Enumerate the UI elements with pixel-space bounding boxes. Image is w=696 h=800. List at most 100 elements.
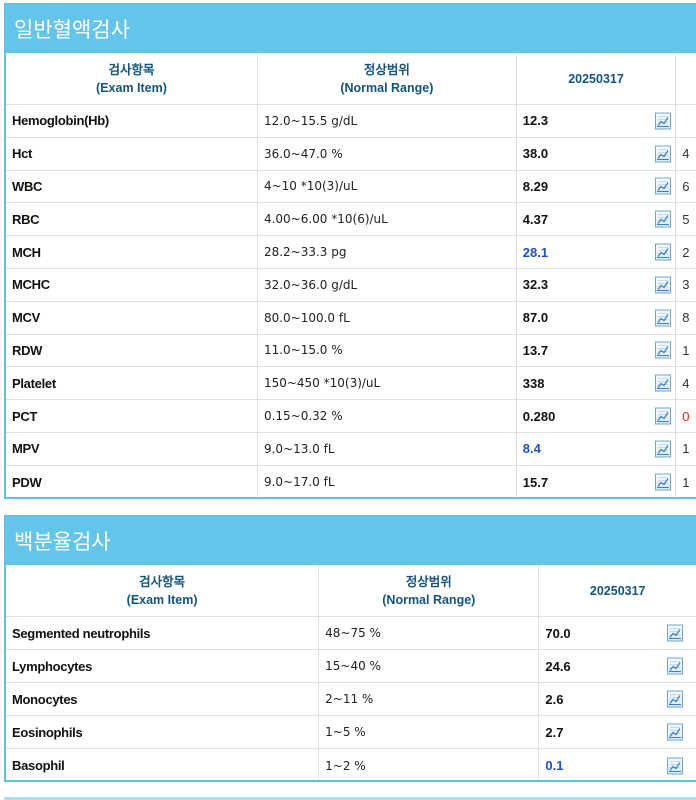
line-chart-icon[interactable] <box>667 723 684 741</box>
normal-range: 1~5 % <box>319 716 540 748</box>
line-chart-icon[interactable] <box>667 657 684 675</box>
normal-range: 9.0~17.0 fL <box>258 465 517 497</box>
column-header-date: 20250317 <box>517 53 677 104</box>
table-row: Monocytes 2~11 % 2.6 <box>6 683 696 716</box>
table-row: MCHC 32.0~36.0 g/dL 32.3 3 <box>6 268 696 302</box>
line-chart-icon[interactable] <box>654 407 671 425</box>
table-row: Basophil 1~2 % 0.1 <box>6 749 696 780</box>
result-value: 8.29 <box>522 178 549 194</box>
column-header-date-text: 20250317 <box>589 583 646 598</box>
result-value: 32.3 <box>522 277 549 293</box>
normal-range: 15~40 % <box>319 650 540 682</box>
column-header-range-ko: 정상범위 <box>405 574 452 589</box>
exam-item-name: RBC <box>6 203 258 236</box>
next-date-value: 8 <box>682 310 690 326</box>
column-header-item: 검사항목 (Exam Item) <box>6 565 320 616</box>
table-header-row: 검사항목 (Exam Item) 정상범위 (Normal Range) 202… <box>6 53 696 105</box>
line-chart-icon[interactable] <box>667 624 684 642</box>
table-row: Platelet 150~450 *10(3)/uL 338 4 <box>6 367 696 401</box>
line-chart-icon[interactable] <box>654 145 671 163</box>
line-chart-icon[interactable] <box>654 276 671 294</box>
result-cell: 15.7 <box>517 465 677 497</box>
table-header-row: 검사항목 (Exam Item) 정상범위 (Normal Range) 202… <box>6 565 696 617</box>
normal-range: 48~75 % <box>319 617 540 649</box>
table-row: Hemoglobin(Hb) 12.0~15.5 g/dL 12.3 <box>6 105 696 138</box>
next-date-value: 4 <box>682 375 690 391</box>
table-row: WBC 4~10 *10(3)/uL 8.29 6 <box>6 170 696 204</box>
column-header-item-en: (Exam Item) <box>96 80 167 95</box>
table-row: Segmented neutrophils 48~75 % 70.0 <box>6 617 696 650</box>
line-chart-icon[interactable] <box>654 210 671 228</box>
result-cell: 70.0 <box>539 617 696 649</box>
exam-item-name: MPV <box>6 432 258 465</box>
normal-range: 4.00~6.00 *10(6)/uL <box>258 203 517 236</box>
result-cell: 2.6 <box>539 683 696 715</box>
normal-range: 150~450 *10(3)/uL <box>258 367 517 400</box>
panel-title: 일반혈액검사 <box>6 5 696 53</box>
line-chart-icon[interactable] <box>667 757 684 774</box>
table-row: Lymphocytes 15~40 % 24.6 <box>6 650 696 683</box>
line-chart-icon[interactable] <box>654 374 671 392</box>
exam-item-name: MCV <box>6 301 258 334</box>
result-value: 13.7 <box>522 342 549 358</box>
result-cell: 38.0 <box>517 137 677 170</box>
next-date-value: 0 <box>682 408 690 424</box>
result-value: 28.1 <box>522 244 549 260</box>
column-header-range-en: (Normal Range) <box>340 80 434 95</box>
normal-range: 36.0~47.0 % <box>258 137 517 170</box>
next-date-value: 3 <box>682 277 690 293</box>
exam-item-name: Segmented neutrophils <box>6 617 320 649</box>
normal-range: 1~2 % <box>319 749 540 780</box>
normal-range: 11.0~15.0 % <box>258 334 517 367</box>
next-date-value: 1 <box>682 342 690 358</box>
line-chart-icon[interactable] <box>667 690 684 708</box>
line-chart-icon[interactable] <box>654 473 671 491</box>
exam-item-name: WBC <box>6 170 258 203</box>
result-cell: 87.0 <box>517 301 677 334</box>
normal-range: 28.2~33.3 pg <box>258 236 517 268</box>
result-cell: 24.6 <box>539 650 696 682</box>
next-date-value: 2 <box>682 244 690 260</box>
result-cell: 0.1 <box>539 749 696 780</box>
result-cell: 28.1 <box>517 236 677 268</box>
line-chart-icon[interactable] <box>654 440 671 458</box>
column-header-item-ko: 검사항목 <box>139 574 186 589</box>
exam-item-name: Basophil <box>6 749 320 780</box>
line-chart-icon[interactable] <box>654 341 671 359</box>
column-header-range-ko: 정상범위 <box>363 62 410 77</box>
column-header-item-en: (Exam Item) <box>126 592 198 607</box>
line-chart-icon[interactable] <box>654 309 671 327</box>
result-value: 70.0 <box>545 625 571 641</box>
column-header-range: 정상범위 (Normal Range) <box>319 565 540 616</box>
column-header-date: 20250317 <box>539 565 696 616</box>
line-chart-icon[interactable] <box>654 243 671 261</box>
differential-table: 검사항목 (Exam Item) 정상범위 (Normal Range) 202… <box>6 565 696 780</box>
result-value: 2.6 <box>545 691 564 707</box>
line-chart-icon[interactable] <box>654 177 671 195</box>
result-value: 15.7 <box>522 474 549 490</box>
next-date-value: 1 <box>682 474 690 490</box>
result-value: 0.1 <box>545 758 564 773</box>
exam-item-name: Eosinophils <box>6 716 320 748</box>
column-header-date-text: 20250317 <box>568 71 624 86</box>
result-value: 8.4 <box>522 441 541 457</box>
result-value: 2.7 <box>545 724 564 740</box>
column-header-range: 정상범위 (Normal Range) <box>258 53 517 104</box>
table-row: Hct 36.0~47.0 % 38.0 4 <box>6 137 696 171</box>
result-cell: 32.3 <box>517 268 677 301</box>
normal-range: 0.15~0.32 % <box>258 400 517 432</box>
result-cell: 8.4 <box>517 432 677 465</box>
result-value: 38.0 <box>522 146 549 162</box>
next-date-value: 1 <box>682 441 690 457</box>
line-chart-icon[interactable] <box>654 112 671 130</box>
result-value: 4.37 <box>522 211 549 227</box>
result-value: 24.6 <box>545 658 571 674</box>
normal-range: 80.0~100.0 fL <box>258 301 517 334</box>
normal-range: 2~11 % <box>319 683 540 715</box>
next-date-value: 4 <box>682 146 690 162</box>
exam-item-name: RDW <box>6 334 258 367</box>
result-cell: 2.7 <box>539 716 696 748</box>
table-row: RDW 11.0~15.0 % 13.7 1 <box>6 334 696 368</box>
result-value: 12.3 <box>522 113 549 129</box>
table-row: PDW 9.0~17.0 fL 15.7 1 <box>6 465 696 497</box>
